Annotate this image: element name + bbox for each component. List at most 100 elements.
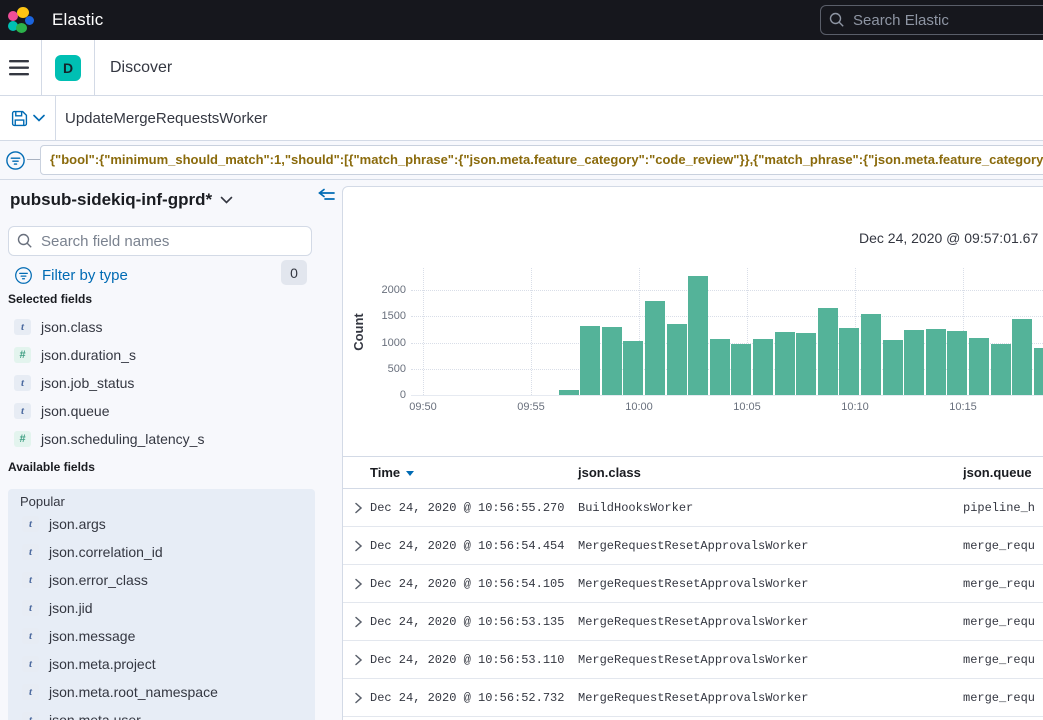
table-row[interactable]: Dec 24, 2020 @ 10:56:54.454 MergeRequest… — [343, 527, 1043, 565]
histogram-bar[interactable] — [645, 301, 665, 396]
field-item[interactable]: t json.meta.root_namespace — [8, 678, 308, 706]
expand-row-icon[interactable] — [353, 691, 364, 705]
filter-icon — [14, 266, 33, 285]
field-type-icon: t — [22, 628, 39, 644]
elastic-logo-icon[interactable] — [8, 7, 34, 33]
histogram-bar[interactable] — [559, 390, 579, 395]
query-input[interactable]: UpdateMergeRequestsWorker — [65, 110, 267, 127]
filter-by-type-label: Filter by type — [42, 267, 128, 284]
field-item[interactable]: t json.args — [8, 510, 308, 538]
y-tick: 500 — [366, 363, 406, 375]
field-item[interactable]: t json.error_class — [8, 566, 308, 594]
filter-pill[interactable]: {"bool":{"minimum_should_match":1,"shoul… — [40, 145, 1043, 175]
field-name: json.meta.user — [49, 712, 141, 720]
field-name: json.jid — [49, 600, 93, 616]
field-name: json.message — [49, 628, 135, 644]
field-name: json.meta.root_namespace — [49, 684, 218, 700]
query-bar: UpdateMergeRequestsWorker — [0, 96, 1043, 141]
field-search-input[interactable] — [8, 226, 312, 256]
save-query-button[interactable] — [0, 96, 56, 140]
expand-row-icon[interactable] — [353, 501, 364, 515]
histogram-bar[interactable] — [883, 340, 903, 395]
field-item[interactable]: # json.duration_s — [0, 341, 320, 369]
histogram-bar[interactable] — [1034, 348, 1043, 395]
field-item[interactable]: t json.correlation_id — [8, 538, 308, 566]
field-item[interactable]: # json.scheduling_latency_s — [0, 425, 320, 453]
brand-title: Elastic — [52, 10, 103, 30]
column-header-json-class[interactable]: json.class — [578, 465, 963, 480]
field-item[interactable]: t json.meta.project — [8, 650, 308, 678]
histogram-bar[interactable] — [623, 341, 643, 395]
global-search-input[interactable] — [820, 5, 1043, 35]
histogram-bar[interactable] — [731, 344, 751, 395]
expand-row-icon[interactable] — [353, 539, 364, 553]
selected-fields-list: t json.class # json.duration_s t json.jo… — [0, 313, 320, 453]
histogram-bar[interactable] — [947, 331, 967, 395]
collapse-sidebar-icon[interactable] — [318, 188, 336, 204]
field-type-icon: # — [14, 347, 31, 363]
field-item[interactable]: t json.job_status — [0, 369, 320, 397]
x-tick: 10:00 — [615, 401, 663, 413]
cell-json-class: MergeRequestResetApprovalsWorker — [578, 577, 963, 591]
histogram-bar[interactable] — [796, 333, 816, 395]
y-tick: 1000 — [366, 337, 406, 349]
table-header-row: Time json.class json.queue — [343, 456, 1043, 489]
field-search[interactable] — [8, 226, 312, 256]
histogram-bar[interactable] — [602, 327, 622, 395]
histogram-bar[interactable] — [991, 344, 1011, 395]
table-row[interactable]: Dec 24, 2020 @ 10:56:52.732 MergeRequest… — [343, 679, 1043, 717]
histogram-chart[interactable]: 050010001500200009:5009:5510:0010:0510:1… — [343, 187, 1043, 427]
cell-time: Dec 24, 2020 @ 10:56:53.135 — [370, 615, 578, 629]
table-row[interactable]: Dec 24, 2020 @ 10:56:53.135 MergeRequest… — [343, 603, 1043, 641]
save-icon — [11, 110, 28, 127]
expand-row-icon[interactable] — [353, 577, 364, 591]
histogram-bar[interactable] — [688, 276, 708, 395]
column-header-time[interactable]: Time — [370, 465, 578, 480]
histogram-bar[interactable] — [839, 328, 859, 395]
field-item[interactable]: t json.meta.user — [8, 706, 308, 720]
histogram-bar[interactable] — [710, 339, 730, 395]
expand-row-icon[interactable] — [353, 615, 364, 629]
index-pattern-selector[interactable]: pubsub-sidekiq-inf-gprd* — [10, 190, 233, 210]
documents-table: Time json.class json.queue — [343, 456, 1043, 717]
filter-by-type[interactable]: Filter by type 0 — [0, 262, 320, 288]
cell-json-class: MergeRequestResetApprovalsWorker — [578, 539, 963, 553]
filter-options-icon[interactable] — [5, 150, 26, 171]
histogram-bar[interactable] — [926, 329, 946, 395]
field-item[interactable]: t json.jid — [8, 594, 308, 622]
app-navbar: D Discover — [0, 40, 1043, 96]
field-type-icon: t — [14, 403, 31, 419]
x-tick: 09:55 — [507, 401, 555, 413]
histogram-bar[interactable] — [775, 332, 795, 395]
column-header-json-queue[interactable]: json.queue — [963, 465, 1043, 480]
histogram-bar[interactable] — [861, 314, 881, 395]
field-type-icon: t — [14, 319, 31, 335]
popular-label: Popular — [20, 494, 65, 509]
histogram-bar[interactable] — [667, 324, 687, 395]
histogram-bar[interactable] — [753, 339, 773, 395]
expand-row-icon[interactable] — [353, 653, 364, 667]
histogram-bar[interactable] — [969, 338, 989, 395]
fields-sidebar: pubsub-sidekiq-inf-gprd* — [0, 180, 342, 720]
y-tick: 1500 — [366, 310, 406, 322]
field-item[interactable]: t json.queue — [0, 397, 320, 425]
table-row[interactable]: Dec 24, 2020 @ 10:56:53.110 MergeRequest… — [343, 641, 1043, 679]
filter-count-badge: 0 — [281, 260, 307, 285]
x-tick: 09:50 — [399, 401, 447, 413]
table-row[interactable]: Dec 24, 2020 @ 10:56:54.105 MergeRequest… — [343, 565, 1043, 603]
histogram-bar[interactable] — [904, 330, 924, 395]
field-item[interactable]: t json.message — [8, 622, 308, 650]
histogram-bar[interactable] — [1012, 319, 1032, 395]
histogram-bar[interactable] — [580, 326, 600, 395]
index-pattern-name: pubsub-sidekiq-inf-gprd* — [10, 190, 212, 210]
cell-time: Dec 24, 2020 @ 10:56:53.110 — [370, 653, 578, 667]
cell-json-queue: merge_requ — [963, 539, 1043, 553]
histogram-bar[interactable] — [818, 308, 838, 395]
discover-app-icon[interactable]: D — [55, 55, 81, 81]
menu-icon[interactable] — [9, 60, 29, 76]
table-row[interactable]: Dec 24, 2020 @ 10:56:55.270 BuildHooksWo… — [343, 489, 1043, 527]
field-item[interactable]: t json.class — [0, 313, 320, 341]
cell-json-queue: pipeline_h — [963, 501, 1043, 515]
global-search[interactable] — [820, 5, 1043, 35]
breadcrumb[interactable]: Discover — [110, 59, 172, 77]
